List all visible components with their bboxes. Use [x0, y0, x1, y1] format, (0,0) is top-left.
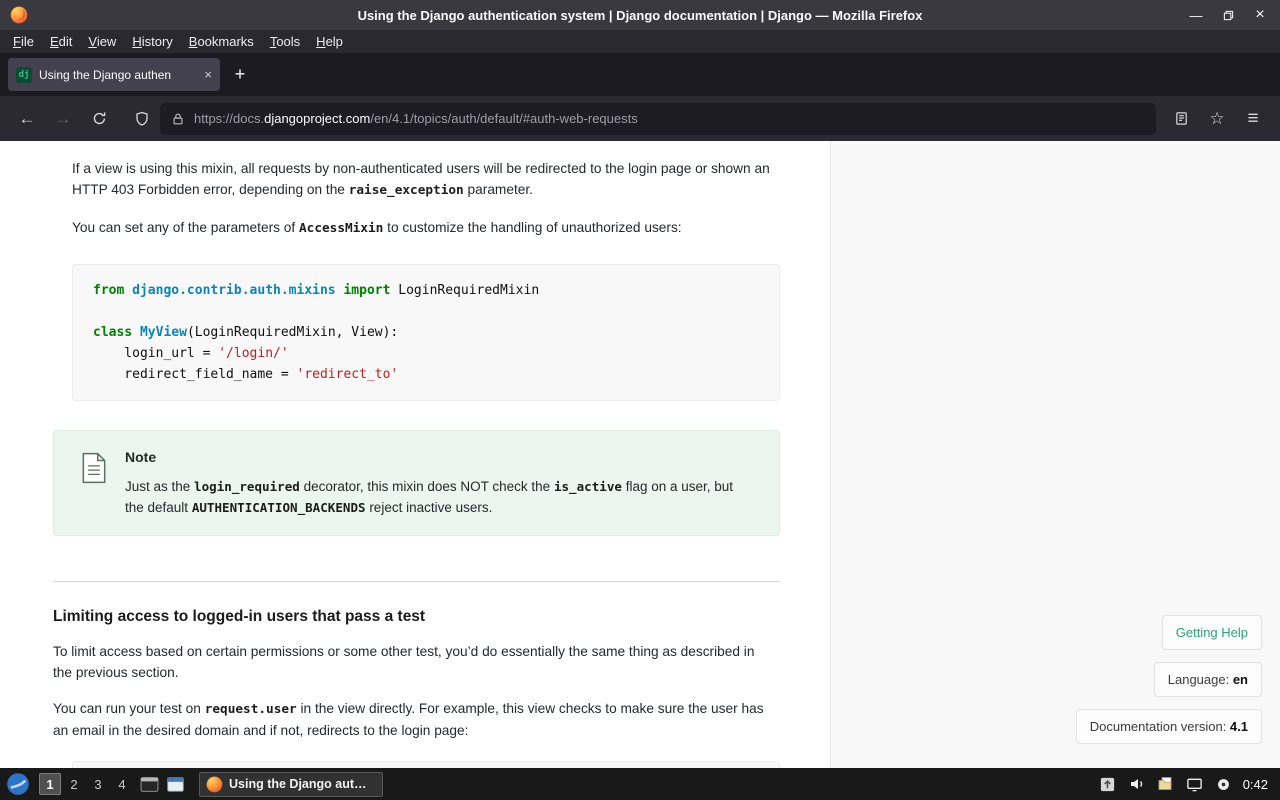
django-favicon-icon: dj: [16, 66, 32, 83]
paragraph-mixin-redirect: If a view is using this mixin, all reque…: [72, 161, 770, 198]
url-text: https://docs.djangoproject.com/en/4.1/to…: [194, 111, 638, 126]
window-title: Using the Django authentication system |…: [357, 7, 923, 23]
doc-version-selector[interactable]: Documentation version: 4.1: [1075, 709, 1262, 744]
url-domain: djangoproject.com: [264, 111, 371, 126]
code-block-partial: [72, 761, 780, 768]
getting-help-link[interactable]: Getting Help: [1161, 615, 1262, 650]
clock[interactable]: 0:42: [1243, 777, 1268, 792]
workspace-3[interactable]: 3: [87, 773, 109, 795]
workspace-2[interactable]: 2: [63, 773, 85, 795]
taskbar-window-label: Using the Django aut…: [229, 777, 367, 791]
section-heading: Limiting access to logged-in users that …: [53, 608, 426, 625]
display-icon[interactable]: [1186, 775, 1204, 793]
terminal-window-icon[interactable]: [139, 774, 159, 794]
reader-view-icon[interactable]: [1164, 103, 1198, 135]
firefox-window: Using the Django authentication system |…: [0, 0, 1280, 800]
menu-history[interactable]: History: [125, 32, 179, 51]
code-line: login_url = '/login/': [93, 346, 289, 361]
app-menu-button[interactable]: ≡: [1236, 103, 1270, 135]
note-admonition: Note Just as the login_required decorato…: [53, 430, 780, 536]
section-divider: [53, 581, 780, 582]
clipboard-files-icon[interactable]: [1157, 775, 1175, 793]
menu-help[interactable]: Help: [309, 32, 350, 51]
volume-icon[interactable]: [1128, 775, 1146, 793]
tab-close-icon[interactable]: ×: [204, 67, 212, 82]
doc-main-column: If a view is using this mixin, all reque…: [0, 141, 830, 768]
file-manager-window-icon[interactable]: [165, 774, 185, 794]
language-label: Language:: [1167, 672, 1233, 687]
indicator-circle-icon[interactable]: [1215, 775, 1233, 793]
taskbar: 1 2 3 4 Using the Django aut… 0:42: [0, 768, 1280, 800]
applications-menu-icon[interactable]: [5, 771, 31, 797]
software-updater-icon[interactable]: [1099, 775, 1117, 793]
lock-icon[interactable]: [171, 112, 185, 126]
page-content: If a view is using this mixin, all reque…: [0, 141, 1280, 768]
system-tray: [1099, 775, 1233, 793]
firefox-taskbar-icon: [206, 776, 223, 793]
tracking-protection-shield-icon[interactable]: [128, 103, 156, 135]
url-prefix: https://docs.: [194, 111, 265, 126]
code-block-loginrequiredmixin: from django.contrib.auth.mixins import L…: [72, 264, 780, 401]
paragraph-accessmixin: You can set any of the parameters of Acc…: [72, 220, 682, 236]
version-label: Documentation version:: [1089, 719, 1230, 734]
close-button[interactable]: ×: [1248, 4, 1272, 26]
menu-file[interactable]: File: [6, 32, 41, 51]
menubar: File Edit View History Bookmarks Tools H…: [0, 30, 1280, 53]
maximize-button[interactable]: [1216, 4, 1240, 26]
new-tab-button[interactable]: +: [226, 61, 254, 89]
workspace-switcher: 1 2 3 4: [39, 773, 133, 795]
url-bar[interactable]: https://docs.djangoproject.com/en/4.1/to…: [160, 102, 1156, 135]
firefox-logo-icon: [10, 6, 28, 24]
taskbar-window-firefox[interactable]: Using the Django aut…: [199, 771, 383, 797]
note-title: Note: [125, 449, 157, 465]
menu-bookmarks[interactable]: Bookmarks: [182, 32, 261, 51]
navigation-toolbar: ← → https://docs.djangoproject.com/en/4.…: [0, 96, 1280, 141]
code-line: class MyView(LoginRequiredMixin, View):: [93, 325, 399, 340]
titlebar[interactable]: Using the Django authentication system |…: [0, 0, 1280, 30]
bookmark-star-icon[interactable]: ☆: [1200, 103, 1234, 135]
menu-edit[interactable]: Edit: [43, 32, 79, 51]
url-path: /en/4.1/topics/auth/default/#auth-web-re…: [370, 111, 638, 126]
menu-view[interactable]: View: [81, 32, 123, 51]
menu-tools[interactable]: Tools: [263, 32, 307, 51]
back-button[interactable]: ←: [10, 103, 44, 135]
tab-bar: dj Using the Django authen × +: [0, 53, 1280, 96]
tab-django-docs[interactable]: dj Using the Django authen ×: [8, 58, 220, 91]
workspace-4[interactable]: 4: [111, 773, 133, 795]
paragraph-limit-access: To limit access based on certain permiss…: [53, 644, 755, 680]
language-selector[interactable]: Language: en: [1153, 662, 1262, 697]
code-line: redirect_field_name = 'redirect_to': [93, 367, 399, 382]
version-value: 4.1: [1229, 719, 1248, 734]
minimize-button[interactable]: —: [1184, 4, 1208, 26]
paragraph-run-test: You can run your test on request.user in…: [53, 701, 764, 738]
doc-floating-buttons: Getting Help Language: en Documentation …: [1075, 615, 1262, 744]
language-value: en: [1232, 672, 1248, 687]
note-body: Just as the login_required decorator, th…: [125, 479, 734, 515]
note-document-icon: [81, 452, 107, 518]
sidebar-column: Getting Help Language: en Documentation …: [830, 141, 1280, 768]
forward-button[interactable]: →: [46, 103, 80, 135]
tab-title: Using the Django authen: [39, 67, 172, 82]
workspace-1[interactable]: 1: [39, 773, 61, 795]
code-line: from django.contrib.auth.mixins import L…: [93, 283, 540, 298]
reload-button[interactable]: [82, 103, 116, 135]
